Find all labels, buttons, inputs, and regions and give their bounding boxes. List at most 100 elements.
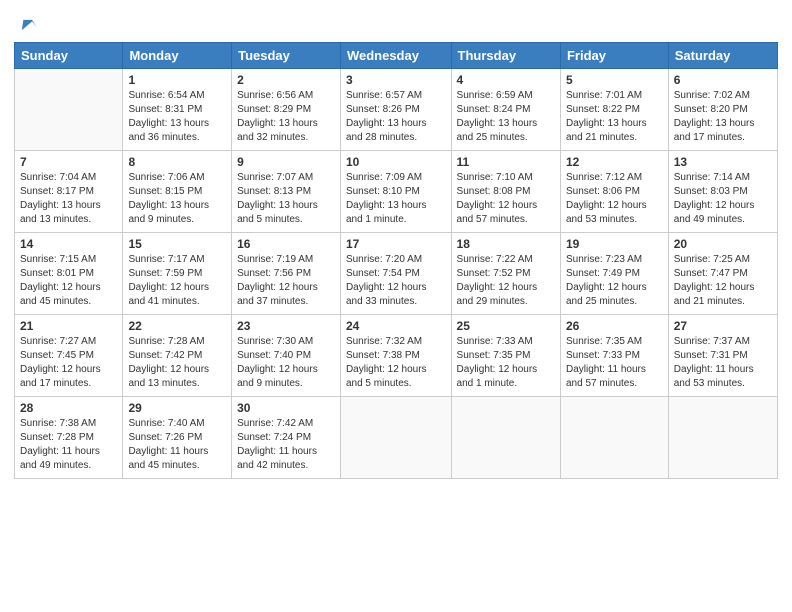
day-number: 16: [237, 237, 335, 251]
day-number: 6: [674, 73, 772, 87]
calendar-cell: 21 Sunrise: 7:27 AMSunset: 7:45 PMDayligh…: [15, 315, 123, 397]
day-number: 13: [674, 155, 772, 169]
logo-icon: [16, 14, 38, 36]
day-number: 17: [346, 237, 446, 251]
calendar-cell: 12 Sunrise: 7:12 AMSunset: 8:06 PMDayligh…: [560, 151, 668, 233]
day-info: Sunrise: 7:37 AMSunset: 7:31 PMDaylight:…: [674, 335, 772, 391]
day-number: 8: [128, 155, 226, 169]
day-number: 15: [128, 237, 226, 251]
calendar-cell: 2Sunrise: 6:56 AMSunset: 8:29 PMDaylight…: [232, 69, 341, 151]
calendar-cell: 16Sunrise: 7:19 AMSunset: 7:56 PMDayligh…: [232, 233, 341, 315]
day-info: Sunrise: 7:42 AMSunset: 7:24 PMDaylight:…: [237, 417, 335, 473]
calendar-table: SundayMondayTuesdayWednesdayThursdayFrid…: [14, 42, 778, 479]
calendar-cell: 22 Sunrise: 7:28 AMSunset: 7:42 PMDayligh…: [123, 315, 232, 397]
calendar-cell: 6 Sunrise: 7:02 AMSunset: 8:20 PMDaylight…: [668, 69, 777, 151]
day-info: Sunrise: 7:15 AMSunset: 8:01 PMDaylight:…: [20, 253, 117, 309]
day-info: Sunrise: 7:27 AMSunset: 7:45 PMDaylight:…: [20, 335, 117, 391]
day-number: 4: [457, 73, 555, 87]
day-number: 7: [20, 155, 117, 169]
calendar-cell: 4 Sunrise: 6:59 AMSunset: 8:24 PMDaylight…: [451, 69, 560, 151]
calendar-cell: 15 Sunrise: 7:17 AMSunset: 7:59 PMDayligh…: [123, 233, 232, 315]
day-number: 23: [237, 319, 335, 333]
calendar-cell: 1 Sunrise: 6:54 AMSunset: 8:31 PMDaylight…: [123, 69, 232, 151]
calendar-cell: [560, 397, 668, 479]
day-info: Sunrise: 7:33 AMSunset: 7:35 PMDaylight:…: [457, 335, 555, 391]
day-info: Sunrise: 7:14 AMSunset: 8:03 PMDaylight:…: [674, 171, 772, 227]
calendar-cell: 27 Sunrise: 7:37 AMSunset: 7:31 PMDayligh…: [668, 315, 777, 397]
day-number: 27: [674, 319, 772, 333]
day-info: Sunrise: 7:09 AMSunset: 8:10 PMDaylight:…: [346, 171, 446, 227]
calendar-cell: 24Sunrise: 7:32 AMSunset: 7:38 PMDayligh…: [340, 315, 451, 397]
week-row-2: 7 Sunrise: 7:04 AMSunset: 8:17 PMDaylight…: [15, 151, 778, 233]
weekday-header-saturday: Saturday: [668, 43, 777, 69]
day-info: Sunrise: 7:40 AMSunset: 7:26 PMDaylight:…: [128, 417, 226, 473]
day-info: Sunrise: 7:38 AMSunset: 7:28 PMDaylight:…: [20, 417, 117, 473]
day-info: Sunrise: 7:20 AMSunset: 7:54 PMDaylight:…: [346, 253, 446, 309]
week-row-3: 14 Sunrise: 7:15 AMSunset: 8:01 PMDayligh…: [15, 233, 778, 315]
calendar-cell: 5Sunrise: 7:01 AMSunset: 8:22 PMDaylight…: [560, 69, 668, 151]
day-info: Sunrise: 7:17 AMSunset: 7:59 PMDaylight:…: [128, 253, 226, 309]
logo: [14, 14, 38, 36]
day-number: 28: [20, 401, 117, 415]
calendar-cell: 17 Sunrise: 7:20 AMSunset: 7:54 PMDayligh…: [340, 233, 451, 315]
calendar-cell: 8Sunrise: 7:06 AMSunset: 8:15 PMDaylight…: [123, 151, 232, 233]
day-number: 10: [346, 155, 446, 169]
day-info: Sunrise: 7:02 AMSunset: 8:20 PMDaylight:…: [674, 89, 772, 145]
day-info: Sunrise: 7:01 AMSunset: 8:22 PMDaylight:…: [566, 89, 663, 145]
day-number: 20: [674, 237, 772, 251]
calendar-cell: 28 Sunrise: 7:38 AMSunset: 7:28 PMDayligh…: [15, 397, 123, 479]
day-number: 29: [128, 401, 226, 415]
day-info: Sunrise: 7:30 AMSunset: 7:40 PMDaylight:…: [237, 335, 335, 391]
calendar-cell: 29 Sunrise: 7:40 AMSunset: 7:26 PMDayligh…: [123, 397, 232, 479]
day-number: 2: [237, 73, 335, 87]
day-number: 1: [128, 73, 226, 87]
day-number: 11: [457, 155, 555, 169]
day-info: Sunrise: 6:54 AMSunset: 8:31 PMDaylight:…: [128, 89, 226, 145]
day-info: Sunrise: 7:35 AMSunset: 7:33 PMDaylight:…: [566, 335, 663, 391]
day-number: 12: [566, 155, 663, 169]
day-number: 21: [20, 319, 117, 333]
week-row-5: 28 Sunrise: 7:38 AMSunset: 7:28 PMDayligh…: [15, 397, 778, 479]
week-row-1: 1 Sunrise: 6:54 AMSunset: 8:31 PMDaylight…: [15, 69, 778, 151]
main-container: SundayMondayTuesdayWednesdayThursdayFrid…: [0, 0, 792, 489]
day-info: Sunrise: 7:28 AMSunset: 7:42 PMDaylight:…: [128, 335, 226, 391]
calendar-cell: 25 Sunrise: 7:33 AMSunset: 7:35 PMDayligh…: [451, 315, 560, 397]
calendar-cell: 14 Sunrise: 7:15 AMSunset: 8:01 PMDayligh…: [15, 233, 123, 315]
day-info: Sunrise: 6:57 AMSunset: 8:26 PMDaylight:…: [346, 89, 446, 145]
day-info: Sunrise: 7:12 AMSunset: 8:06 PMDaylight:…: [566, 171, 663, 227]
header: [14, 10, 778, 36]
calendar-cell: 23 Sunrise: 7:30 AMSunset: 7:40 PMDayligh…: [232, 315, 341, 397]
day-number: 26: [566, 319, 663, 333]
day-info: Sunrise: 7:04 AMSunset: 8:17 PMDaylight:…: [20, 171, 117, 227]
weekday-header-tuesday: Tuesday: [232, 43, 341, 69]
day-info: Sunrise: 7:23 AMSunset: 7:49 PMDaylight:…: [566, 253, 663, 309]
calendar-cell: 18Sunrise: 7:22 AMSunset: 7:52 PMDayligh…: [451, 233, 560, 315]
day-number: 9: [237, 155, 335, 169]
calendar-cell: 20 Sunrise: 7:25 AMSunset: 7:47 PMDayligh…: [668, 233, 777, 315]
day-number: 3: [346, 73, 446, 87]
weekday-header-sunday: Sunday: [15, 43, 123, 69]
calendar-cell: 10 Sunrise: 7:09 AMSunset: 8:10 PMDayligh…: [340, 151, 451, 233]
weekday-header-thursday: Thursday: [451, 43, 560, 69]
day-number: 25: [457, 319, 555, 333]
day-info: Sunrise: 7:25 AMSunset: 7:47 PMDaylight:…: [674, 253, 772, 309]
day-number: 14: [20, 237, 117, 251]
day-info: Sunrise: 7:10 AMSunset: 8:08 PMDaylight:…: [457, 171, 555, 227]
calendar-cell: 7 Sunrise: 7:04 AMSunset: 8:17 PMDaylight…: [15, 151, 123, 233]
calendar-cell: 19Sunrise: 7:23 AMSunset: 7:49 PMDayligh…: [560, 233, 668, 315]
calendar-cell: [340, 397, 451, 479]
calendar-cell: [668, 397, 777, 479]
day-info: Sunrise: 7:32 AMSunset: 7:38 PMDaylight:…: [346, 335, 446, 391]
calendar-cell: [15, 69, 123, 151]
calendar-cell: 13 Sunrise: 7:14 AMSunset: 8:03 PMDayligh…: [668, 151, 777, 233]
weekday-header-row: SundayMondayTuesdayWednesdayThursdayFrid…: [15, 43, 778, 69]
day-number: 22: [128, 319, 226, 333]
day-info: Sunrise: 7:07 AMSunset: 8:13 PMDaylight:…: [237, 171, 335, 227]
weekday-header-friday: Friday: [560, 43, 668, 69]
calendar-cell: 26 Sunrise: 7:35 AMSunset: 7:33 PMDayligh…: [560, 315, 668, 397]
calendar-cell: 11 Sunrise: 7:10 AMSunset: 8:08 PMDayligh…: [451, 151, 560, 233]
day-info: Sunrise: 6:59 AMSunset: 8:24 PMDaylight:…: [457, 89, 555, 145]
calendar-cell: 3 Sunrise: 6:57 AMSunset: 8:26 PMDaylight…: [340, 69, 451, 151]
calendar-cell: [451, 397, 560, 479]
day-number: 30: [237, 401, 335, 415]
